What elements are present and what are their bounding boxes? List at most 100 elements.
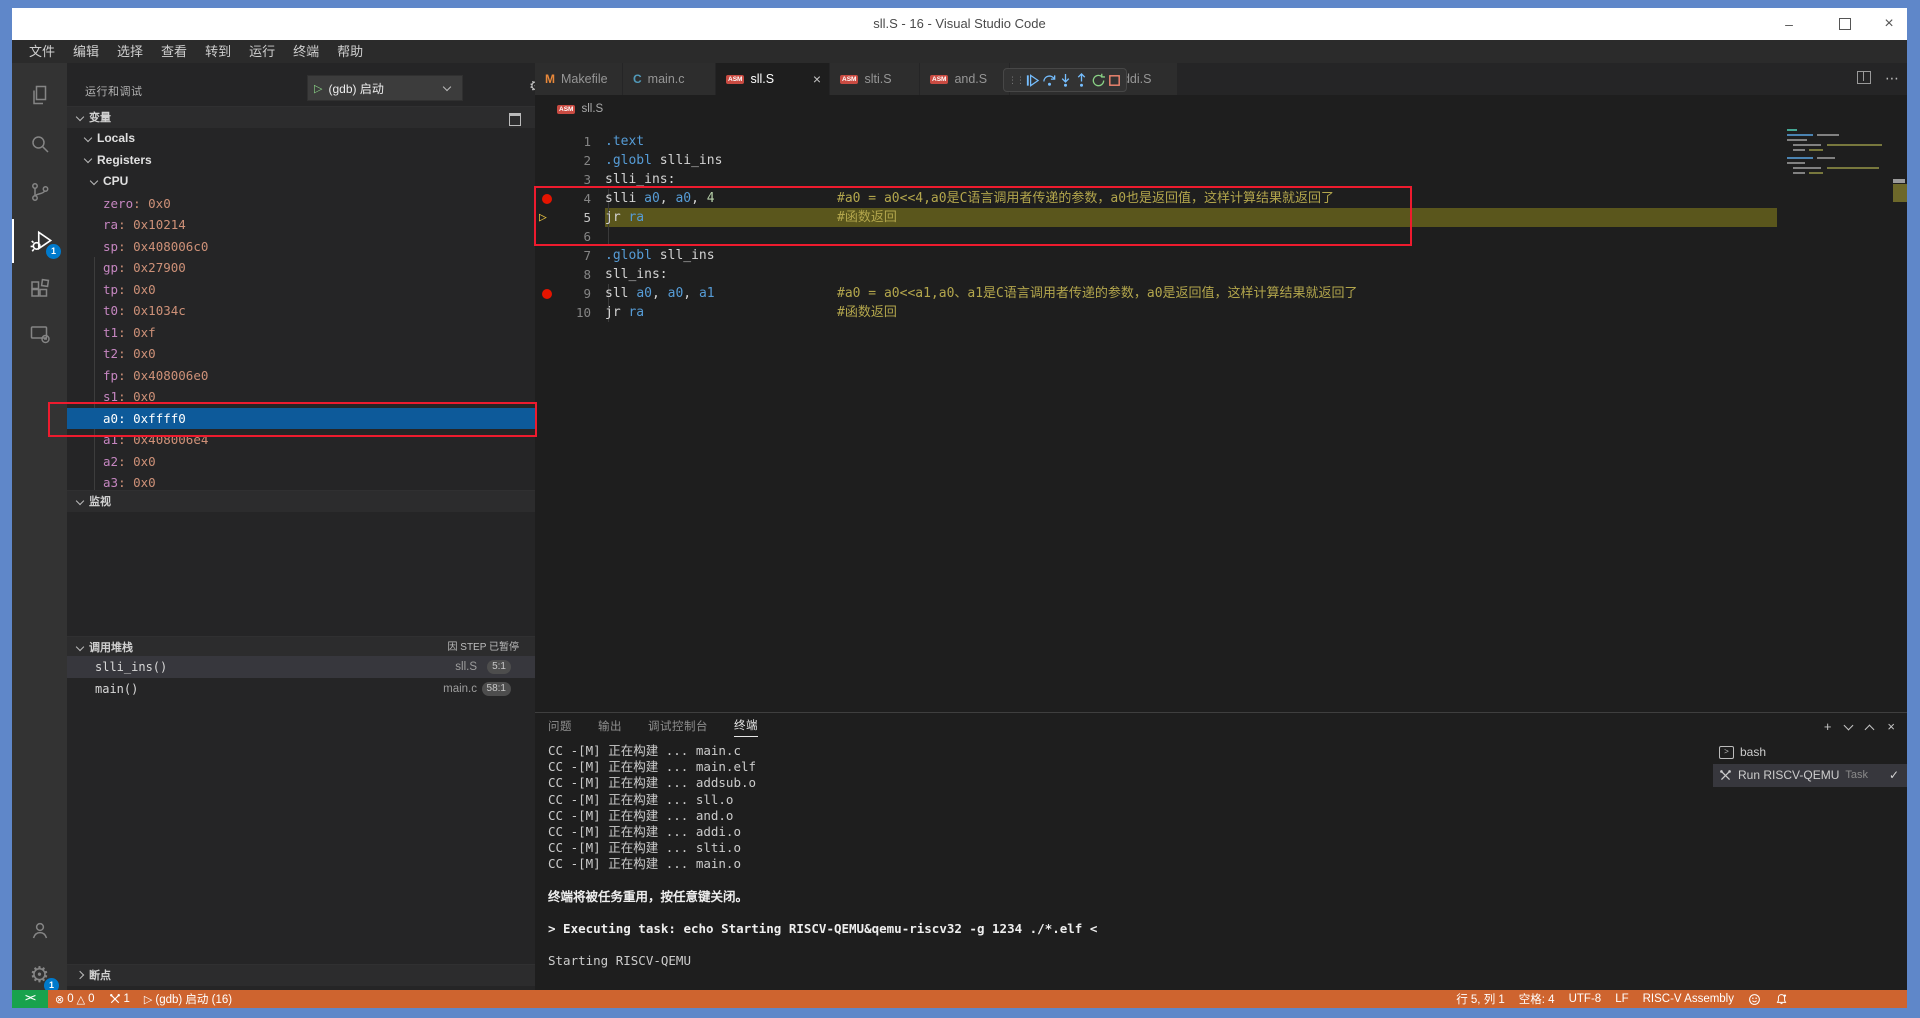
maximize-button[interactable]	[1835, 14, 1855, 34]
breakpoint-icon[interactable]	[542, 288, 552, 299]
language-mode[interactable]: RISC-V Assembly	[1636, 990, 1741, 1008]
close-panel-icon[interactable]: ×	[1887, 717, 1895, 737]
source-control-icon[interactable]	[12, 170, 67, 214]
register-row[interactable]: a2: 0x0	[67, 451, 535, 473]
stack-frame[interactable]: slli_ins() sll.S 5:1	[67, 656, 535, 678]
breakpoint-icon[interactable]	[542, 193, 552, 204]
token: slli_ins:	[605, 172, 676, 187]
step-over-button[interactable]	[1042, 73, 1057, 88]
code-line[interactable]: 3 slli_ins:	[535, 170, 1907, 189]
terminal-dropdown-icon[interactable]	[1843, 720, 1854, 731]
encoding[interactable]: UTF-8	[1562, 990, 1609, 1008]
code-line[interactable]: 1 .text	[535, 132, 1907, 151]
drag-grip-icon[interactable]: ⋮⋮	[1008, 76, 1025, 85]
code-line[interactable]: 7 .globl sll_ins	[535, 246, 1907, 265]
maximize-panel-icon[interactable]	[1864, 724, 1875, 734]
window-title: sll.S - 16 - Visual Studio Code	[873, 16, 1046, 31]
terminal-output[interactable]: CC -[M] 正在构建 ... main.c CC -[M] 正在构建 ... …	[548, 743, 1698, 970]
register-row[interactable]: a0: 0xffff0	[67, 407, 535, 429]
code-line[interactable]: 2 .globl slli_ins	[535, 151, 1907, 170]
register-row[interactable]: s1: 0x0	[67, 386, 535, 408]
panel-tab-问题[interactable]: 问题	[548, 718, 572, 737]
tab-close-icon[interactable]: ×	[813, 71, 821, 87]
code-line[interactable]: 6	[535, 227, 1907, 246]
notifications-bell-icon[interactable]	[1768, 990, 1795, 1008]
problems-status[interactable]: ⊗ 0 △ 0	[48, 990, 102, 1008]
register-row[interactable]: t1: 0xf	[67, 322, 535, 344]
code-line[interactable]: 4 slli a0, a0, 4 #a0 = a0<<4,a0是C语言调用者传递的参…	[535, 189, 1907, 208]
panel-tab-输出[interactable]: 输出	[598, 718, 622, 737]
code-line[interactable]: 9 sll a0, a0, a1 #a0 = a0<<a1,a0、a1是C语言调用者…	[535, 284, 1907, 303]
extensions-icon[interactable]	[12, 267, 67, 311]
tab-Makefile[interactable]: M Makefile	[535, 63, 623, 95]
register-row[interactable]: sp: 0x408006c0	[67, 236, 535, 258]
step-out-button[interactable]	[1074, 72, 1089, 88]
watch-section-header[interactable]: 监视	[67, 490, 535, 512]
register-row[interactable]: fp: 0x408006e0	[67, 365, 535, 387]
register-row[interactable]: t0: 0x1034c	[67, 300, 535, 322]
register-row[interactable]: tp: 0x0	[67, 279, 535, 301]
editor-more-actions-icon[interactable]: ⋯	[1885, 71, 1899, 85]
stack-frame[interactable]: main() main.c 58:1	[67, 678, 535, 700]
tree-item-locals[interactable]: Locals	[67, 128, 535, 150]
code-line[interactable]: 8 sll_ins:	[535, 265, 1907, 284]
variables-section-header[interactable]: 变量	[67, 106, 535, 128]
new-terminal-icon[interactable]: +	[1824, 717, 1832, 737]
menu-item[interactable]: 帮助	[328, 40, 372, 63]
running-tasks-status[interactable]: 1	[102, 990, 137, 1008]
terminal-list-item[interactable]: > bash	[1713, 741, 1907, 764]
panel-tab-调试控制台[interactable]: 调试控制台	[648, 718, 708, 737]
tree-item-cpu[interactable]: CPU	[67, 171, 535, 193]
search-icon[interactable]	[12, 122, 67, 166]
register-row[interactable]: gp: 0x27900	[67, 257, 535, 279]
tab-sll.S[interactable]: ASM sll.S ×	[716, 63, 830, 95]
menu-item[interactable]: 编辑	[64, 40, 108, 63]
feedback-icon[interactable]	[1741, 990, 1768, 1008]
run-and-debug-icon[interactable]: 1	[12, 219, 69, 263]
debug-session-status[interactable]: ▷ (gdb) 启动 (16)	[137, 990, 239, 1008]
cursor-position[interactable]: 行 5, 列 1	[1449, 990, 1512, 1008]
minimize-button[interactable]: –	[1779, 14, 1799, 34]
terminal-list-item[interactable]: Run RISCV-QEMU Task ✓	[1713, 764, 1907, 787]
split-editor-icon[interactable]	[1857, 71, 1871, 84]
remote-explorer-icon[interactable]	[12, 312, 67, 356]
menu-item[interactable]: 文件	[20, 40, 64, 63]
collapse-all-icon[interactable]	[509, 113, 521, 126]
register-row[interactable]: a3: 0x0	[67, 472, 535, 490]
step-into-button[interactable]	[1058, 73, 1073, 88]
register-value: : 0xf	[118, 324, 156, 340]
menu-item[interactable]: 运行	[240, 40, 284, 63]
minimap[interactable]	[1783, 117, 1891, 237]
breadcrumb[interactable]: ASM sll.S	[557, 99, 603, 119]
tree-item-registers[interactable]: Registers	[67, 150, 535, 172]
menu-item[interactable]: 查看	[152, 40, 196, 63]
tab-main.c[interactable]: Cmain.c	[623, 63, 716, 95]
menu-item[interactable]: 选择	[108, 40, 152, 63]
code-line[interactable]: ▷ 5 jr ra #函数返回	[535, 208, 1907, 227]
register-row[interactable]: a1: 0x408006e4	[67, 429, 535, 451]
restart-button[interactable]	[1091, 73, 1106, 88]
code-line[interactable]: 10 jr ra #函数返回	[535, 303, 1907, 322]
overview-ruler[interactable]	[1891, 117, 1907, 712]
menu-item[interactable]: 终端	[284, 40, 328, 63]
code-area[interactable]: 1 .text 2 .globl slli_ins 3 slli_ins: 4 slli a0…	[535, 117, 1907, 712]
close-button[interactable]: ×	[1879, 14, 1899, 34]
register-row[interactable]: t2: 0x0	[67, 343, 535, 365]
register-row[interactable]: ra: 0x10214	[67, 214, 535, 236]
continue-button[interactable]	[1025, 73, 1040, 88]
tab-slti.S[interactable]: ASM slti.S	[830, 63, 920, 95]
stop-button[interactable]	[1107, 73, 1122, 88]
tab-and.S[interactable]: ASM and.S	[920, 63, 1010, 95]
panel-tab-终端[interactable]: 终端	[734, 717, 758, 737]
account-icon[interactable]	[12, 908, 67, 952]
eol-sequence[interactable]: LF	[1608, 990, 1635, 1008]
register-row[interactable]: zero: 0x0	[67, 193, 535, 215]
call-stack-section-header[interactable]: 调用堆栈 因 STEP 已暂停	[67, 636, 535, 658]
menu-item[interactable]: 转到	[196, 40, 240, 63]
explorer-icon[interactable]	[12, 73, 67, 117]
launch-config-dropdown[interactable]: ▷ (gdb) 启动	[307, 75, 463, 101]
remote-indicator[interactable]: ><	[12, 990, 48, 1008]
breakpoints-section-header[interactable]: 断点	[67, 964, 535, 986]
indentation[interactable]: 空格: 4	[1512, 990, 1562, 1008]
